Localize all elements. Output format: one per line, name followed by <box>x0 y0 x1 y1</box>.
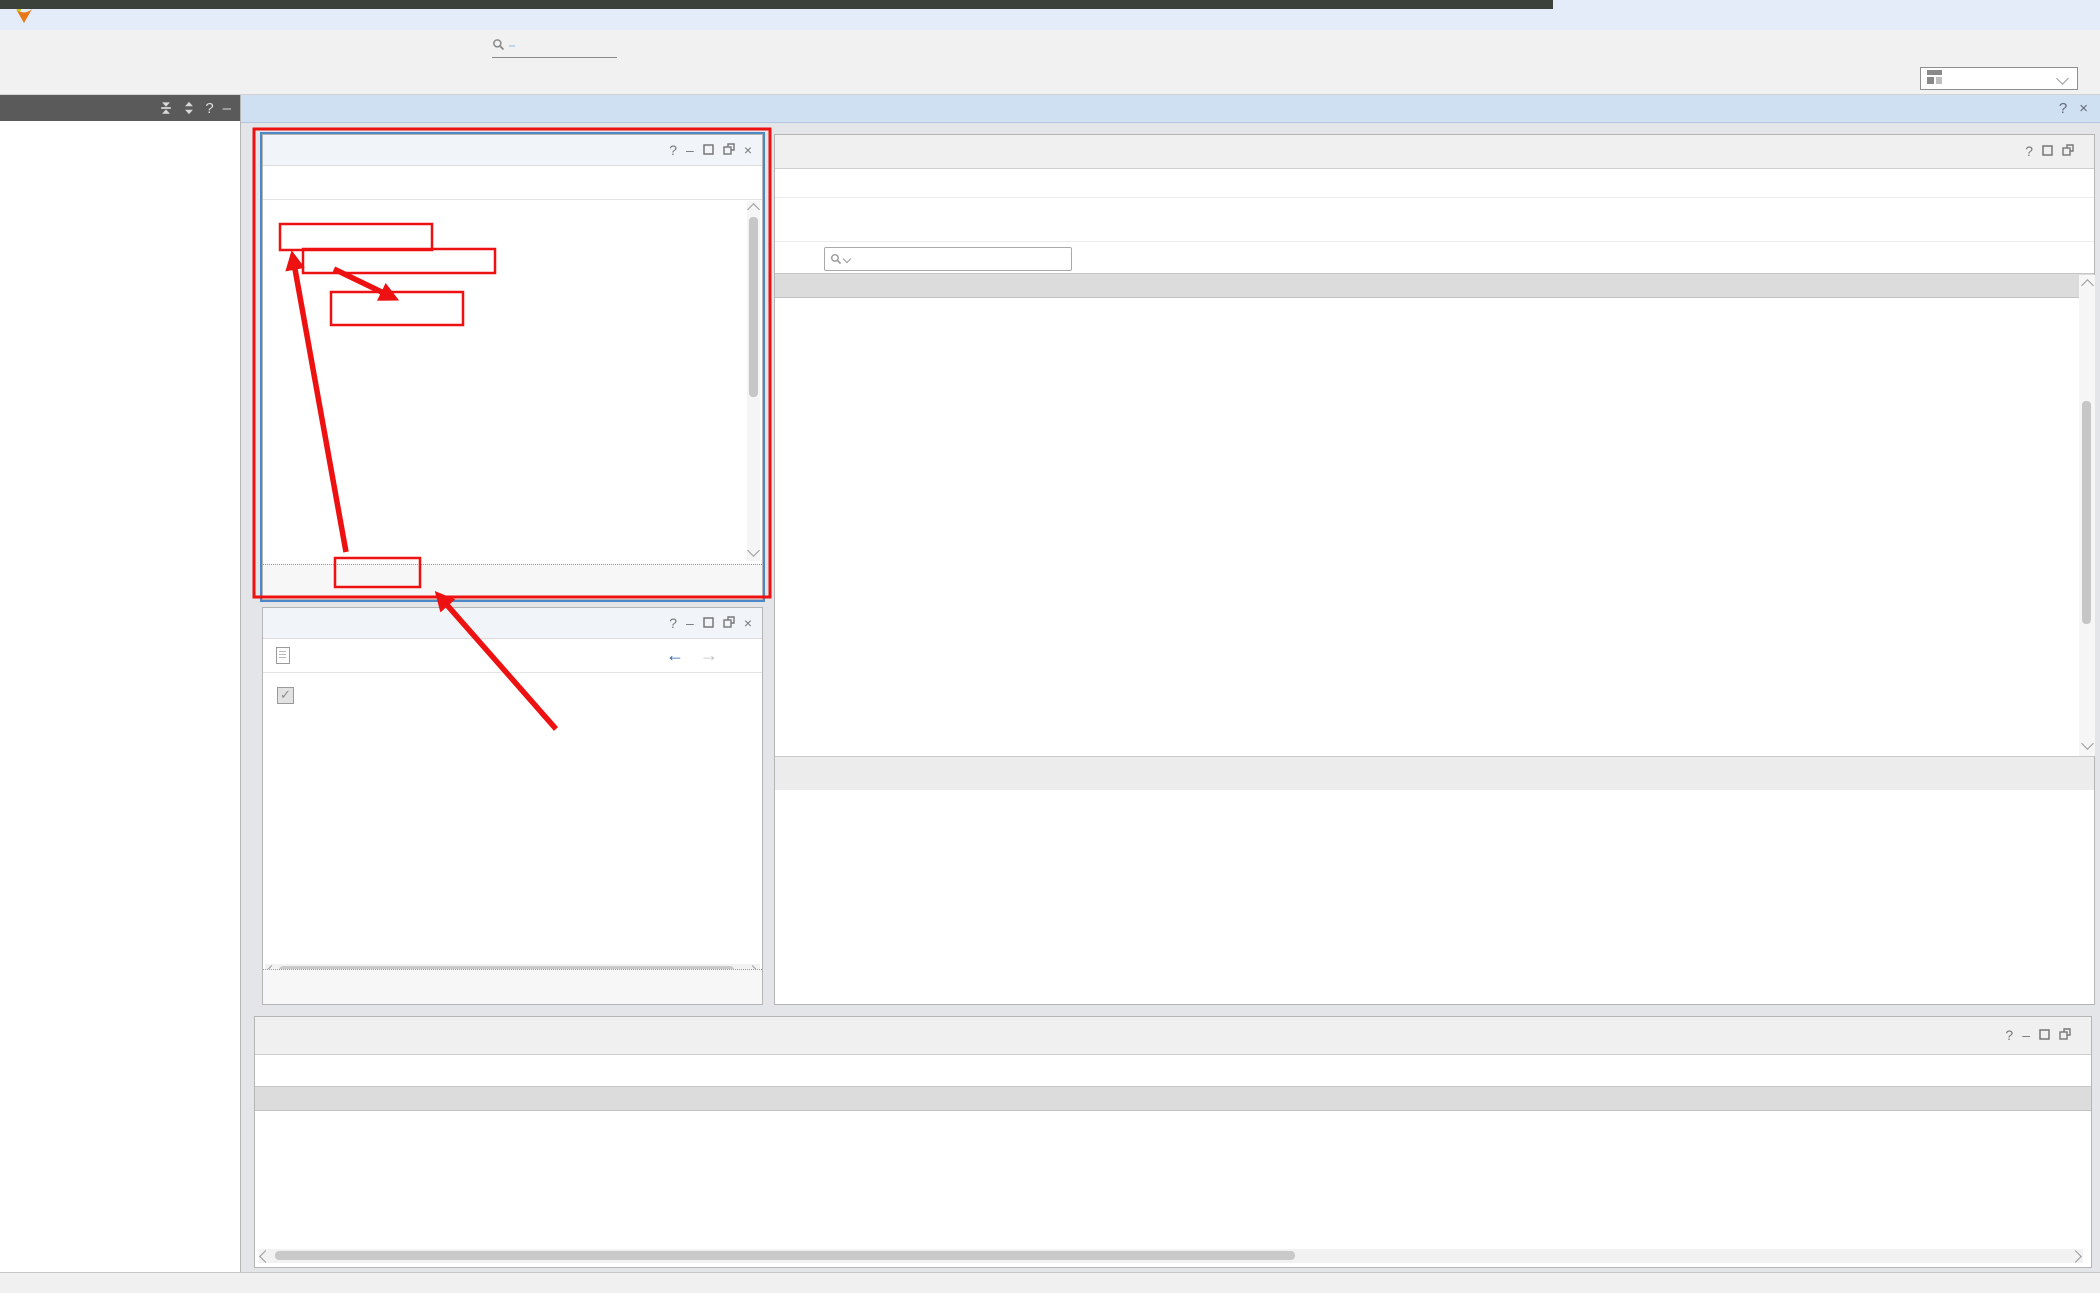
float-panel-icon[interactable] <box>2062 143 2074 159</box>
window-maximize-button[interactable] <box>2016 6 2046 26</box>
window-minimize-button[interactable] <box>1972 6 2002 26</box>
cores-interfaces-bar <box>775 169 2094 198</box>
design-runs-hscrollbar[interactable] <box>259 1249 2083 1263</box>
sources-tab-bar <box>263 564 762 599</box>
main-toolbar <box>0 62 2100 95</box>
minimize-panel-icon[interactable]: – <box>686 615 694 631</box>
collapse-all-icon[interactable] <box>159 101 173 115</box>
search-label <box>790 243 814 275</box>
maximize-panel-icon[interactable] <box>2039 1027 2050 1043</box>
minimize-panel-icon[interactable]: – <box>686 142 694 158</box>
ip-catalog-toolbar <box>775 198 2094 242</box>
enabled-checkbox-row[interactable]: ✓ <box>277 686 304 704</box>
maximize-panel-icon[interactable] <box>2042 143 2053 159</box>
desktop-strip <box>0 0 1553 9</box>
checkbox-checked-icon[interactable]: ✓ <box>277 687 294 704</box>
expand-all-icon[interactable] <box>182 101 196 115</box>
flow-navigator-body <box>0 121 240 1272</box>
status-bar <box>0 1272 2100 1293</box>
ip-catalog-table-header[interactable] <box>775 273 2094 298</box>
minimize-panel-icon[interactable]: – <box>2022 1027 2030 1043</box>
maximize-panel-icon[interactable] <box>703 142 714 158</box>
design-runs-toolbar <box>255 1055 2091 1088</box>
ip-catalog-panel: ? <box>774 134 2095 1005</box>
flow-navigator: ? – <box>0 95 241 1272</box>
file-icon <box>276 647 290 664</box>
layout-selector[interactable] <box>1920 67 2078 90</box>
ip-catalog-search-row <box>775 242 2094 277</box>
project-manager-header: ?× <box>241 95 2100 123</box>
close-panel-icon[interactable]: × <box>744 615 752 631</box>
ip-catalog-tree <box>775 298 2079 756</box>
help-icon[interactable]: ? <box>205 100 213 117</box>
float-panel-icon[interactable] <box>2059 1027 2071 1043</box>
design-runs-panel: ?– <box>254 1016 2092 1268</box>
search-icon <box>492 38 505 55</box>
search-input[interactable] <box>824 247 1072 271</box>
chevron-down-icon <box>2056 72 2069 85</box>
layout-grid-icon <box>1927 70 1942 88</box>
design-runs-table <box>255 1111 2079 1247</box>
properties-fields: ✓ <box>263 672 748 964</box>
source-file-properties-panel: ?– × ← → ✓ <box>262 607 763 1005</box>
back-arrow-icon[interactable]: ← <box>666 645 684 666</box>
bottom-tab-bar <box>255 1017 2091 1055</box>
forward-arrow-icon[interactable]: → <box>700 645 718 666</box>
sources-scrollbar[interactable] <box>747 201 760 561</box>
document-tab-bar <box>775 135 2094 169</box>
float-panel-icon[interactable] <box>723 615 735 631</box>
help-icon[interactable]: ? <box>669 615 677 631</box>
flow-navigator-header: ? – <box>0 95 240 121</box>
sources-title-bar: ?– × <box>263 135 762 166</box>
close-panel-icon[interactable]: × <box>744 142 752 158</box>
minimize-panel-icon[interactable]: – <box>223 100 231 117</box>
help-icon[interactable]: ? <box>2005 1027 2013 1043</box>
details-header <box>775 756 2094 790</box>
maximize-panel-icon[interactable] <box>703 615 714 631</box>
quick-access-search[interactable] <box>492 35 617 58</box>
sources-panel: ?– × <box>262 134 763 600</box>
properties-file-row: ← → <box>263 639 762 673</box>
window-close-button[interactable] <box>2060 6 2090 26</box>
design-runs-table-header[interactable] <box>255 1086 2091 1111</box>
sources-tree <box>263 201 748 561</box>
help-icon[interactable]: ? <box>669 142 677 158</box>
help-icon[interactable]: ? <box>2059 100 2067 117</box>
float-panel-icon[interactable] <box>723 142 735 158</box>
close-icon[interactable]: × <box>2079 100 2088 117</box>
properties-tab-bar <box>263 969 762 1004</box>
sources-toolbar <box>263 166 762 200</box>
menu-bar <box>0 30 2100 62</box>
properties-title-bar: ?– × <box>263 608 762 639</box>
quick-access-label <box>509 45 515 47</box>
ip-catalog-scrollbar[interactable] <box>2079 275 2095 756</box>
help-icon[interactable]: ? <box>2025 143 2033 159</box>
